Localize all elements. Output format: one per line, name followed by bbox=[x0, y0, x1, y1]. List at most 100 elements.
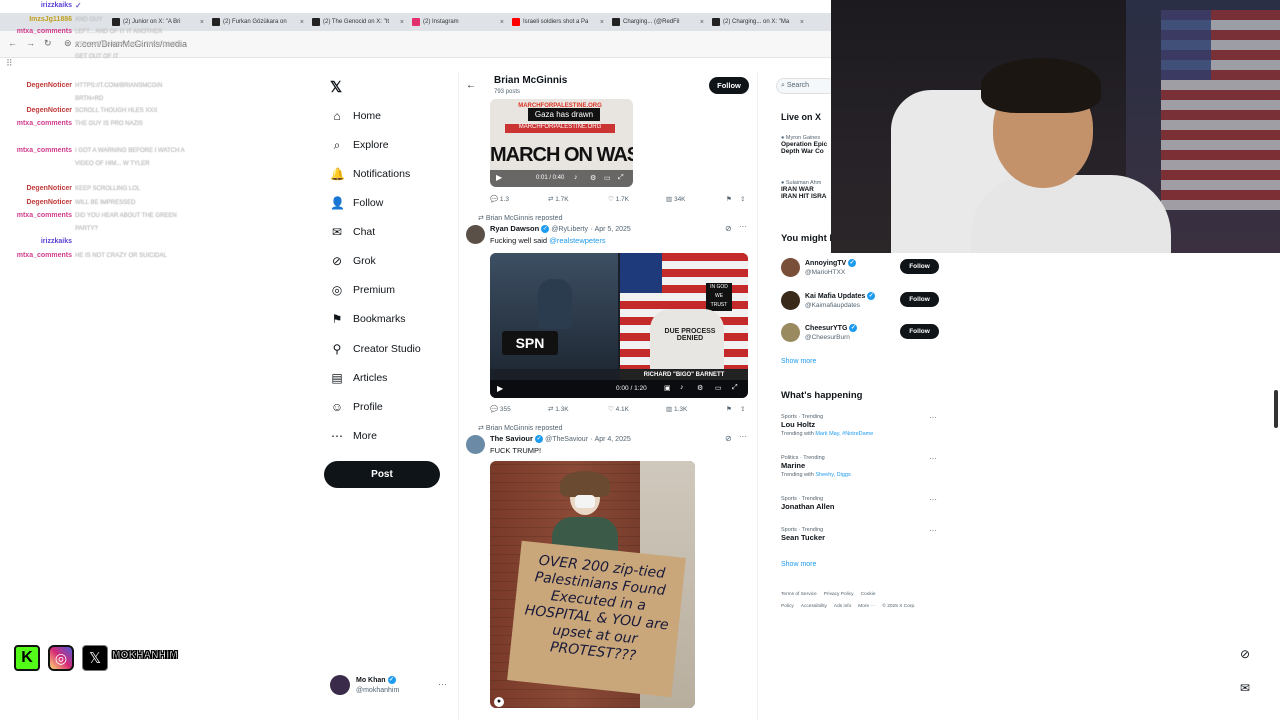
nav-item-bookmarks[interactable]: ⚑ Bookmarks bbox=[330, 309, 406, 329]
tab-close-icon[interactable]: × bbox=[500, 19, 504, 26]
trends-show-more[interactable]: Show more bbox=[781, 561, 816, 568]
tab-close-icon[interactable]: × bbox=[800, 19, 804, 26]
browser-tab[interactable]: (2) Instagram × bbox=[408, 13, 508, 31]
browser-tab[interactable]: (2) Charging... on X: "Ma × bbox=[708, 13, 808, 31]
footer-link[interactable]: Privacy Policy bbox=[824, 592, 854, 597]
repost-icon[interactable]: ⇄ 1.3K bbox=[548, 405, 569, 413]
footer-link[interactable]: More ··· bbox=[858, 604, 875, 609]
wtf-follow-button[interactable]: Follow bbox=[900, 324, 939, 339]
footer-link[interactable]: Accessibility bbox=[801, 604, 827, 609]
reply-icon[interactable]: 💬 1.3 bbox=[490, 195, 509, 203]
grok-icon[interactable]: ⊘ bbox=[725, 224, 732, 233]
back-arrow-icon[interactable]: ← bbox=[466, 80, 476, 91]
like-icon[interactable]: ♡ 4.1K bbox=[608, 405, 629, 413]
grok-float-icon[interactable]: ⊘ bbox=[1240, 647, 1250, 661]
trend-item[interactable]: Politics · Trending Marine Trending with S… bbox=[781, 455, 921, 478]
nav-item-home[interactable]: ⌂ Home bbox=[330, 106, 381, 126]
play-icon[interactable]: ▶ bbox=[497, 384, 503, 393]
wtf-name[interactable]: CheesurYTG ✓ bbox=[805, 324, 858, 332]
tweet2-avatar[interactable] bbox=[466, 225, 485, 244]
trend-links[interactable]: Mark May, #NotreDame bbox=[815, 431, 873, 437]
footer-link[interactable]: © 2025 X Corp. bbox=[882, 604, 915, 609]
tweet2-mention[interactable]: @realstewpeters bbox=[549, 236, 605, 245]
fullscreen-icon[interactable]: ⤢ bbox=[732, 384, 738, 392]
tab-close-icon[interactable]: × bbox=[700, 19, 704, 26]
trend-more-icon[interactable]: ··· bbox=[929, 495, 937, 504]
nav-item-explore[interactable]: ⌕ Explore bbox=[330, 135, 389, 155]
pip-icon[interactable]: ▭ bbox=[715, 384, 722, 392]
scrollbar[interactable] bbox=[1274, 390, 1278, 428]
tweet3-photo[interactable]: OVER 200 zip-tied Palestinians Found Exe… bbox=[490, 461, 695, 708]
share-icon[interactable]: ⇪ bbox=[740, 405, 745, 413]
browser-tab[interactable]: (2) The Genocid on X: "It × bbox=[308, 13, 408, 31]
nav-item-premium[interactable]: ◎ Premium bbox=[330, 280, 395, 300]
tab-close-icon[interactable]: × bbox=[400, 19, 404, 26]
tweet2-handle[interactable]: @RyLiberty bbox=[551, 226, 588, 233]
search-input[interactable]: ⌕ Search bbox=[776, 78, 836, 94]
tweet2-date[interactable]: Apr 5, 2025 bbox=[595, 226, 631, 233]
wtf-show-more[interactable]: Show more bbox=[781, 358, 816, 365]
messages-float-icon[interactable]: ✉ bbox=[1240, 681, 1250, 695]
avatar[interactable] bbox=[781, 258, 800, 277]
wtf-name[interactable]: Kai Mafia Updates ✓ bbox=[805, 292, 876, 300]
tweet2-more-icon[interactable]: ··· bbox=[739, 222, 747, 231]
settings-icon[interactable]: ⚙ bbox=[590, 174, 596, 182]
trend-item[interactable]: Sports · Trending Lou Holtz Trending with … bbox=[781, 414, 921, 437]
tweet3-avatar[interactable] bbox=[466, 435, 485, 454]
browser-tab[interactable]: Israeli soldiers shot a Pa × bbox=[508, 13, 608, 31]
profile-follow-button[interactable]: Follow bbox=[709, 77, 749, 94]
live-item[interactable]: ● Sulaiman Ahm IRAN WAR IRAN HIT ISRA bbox=[781, 180, 831, 200]
nav-item-profile[interactable]: ☺ Profile bbox=[330, 397, 383, 417]
tweet3-handle[interactable]: @TheSaviour bbox=[545, 436, 588, 443]
trend-item[interactable]: Sports · Trending Sean Tucker bbox=[781, 527, 921, 542]
tweet2-author[interactable]: Ryan Dawson bbox=[490, 224, 539, 233]
live-item[interactable]: ● Myron Gaines Operation Epic Depth War Co bbox=[781, 135, 831, 155]
trend-more-icon[interactable]: ··· bbox=[929, 454, 937, 463]
tab-close-icon[interactable]: × bbox=[200, 19, 204, 26]
tab-close-icon[interactable]: × bbox=[300, 19, 304, 26]
nav-item-follow[interactable]: 👤 Follow bbox=[330, 193, 383, 213]
post-button[interactable]: Post bbox=[324, 461, 440, 488]
nav-item-chat[interactable]: ✉ Chat bbox=[330, 222, 375, 242]
trend-links[interactable]: Sheehy, Diggs bbox=[815, 472, 850, 478]
footer-link[interactable]: Ads info bbox=[834, 604, 851, 609]
avatar[interactable] bbox=[781, 291, 800, 310]
nav-item-articles[interactable]: ▤ Articles bbox=[330, 368, 387, 388]
bookmark-icon[interactable]: ⚑ bbox=[726, 405, 732, 413]
footer-link[interactable]: Terms of Service bbox=[781, 592, 817, 597]
wtf-follow-button[interactable]: Follow bbox=[900, 292, 939, 307]
volume-icon[interactable]: ♪ bbox=[574, 174, 578, 181]
like-icon[interactable]: ♡ 1.7K bbox=[608, 195, 629, 203]
tweet3-more-icon[interactable]: ··· bbox=[739, 432, 747, 441]
account-switcher[interactable]: Mo Khan ✓ @mokhanhim ··· bbox=[330, 675, 450, 699]
tab-close-icon[interactable]: × bbox=[600, 19, 604, 26]
tweet2-video[interactable]: SPN IN GOD WE TRUST DUE PROCESS DENIED R… bbox=[490, 253, 748, 398]
nav-item-creator-studio[interactable]: ⚲ Creator Studio bbox=[330, 339, 421, 359]
views-icon[interactable]: ▥ 1.3K bbox=[666, 405, 687, 413]
tweet3-author[interactable]: The Saviour bbox=[490, 434, 533, 443]
wtf-name[interactable]: AnnoyingTV ✓ bbox=[805, 259, 857, 267]
wtf-follow-button[interactable]: Follow bbox=[900, 259, 939, 274]
trend-item[interactable]: Sports · Trending Jonathan Allen bbox=[781, 496, 921, 511]
volume-icon[interactable]: ♪ bbox=[680, 384, 684, 391]
trend-more-icon[interactable]: ··· bbox=[929, 526, 937, 535]
tweet1-video[interactable]: MARCHFORPALESTINE.ORG Gaza has drawn MAR… bbox=[490, 99, 633, 187]
grok-icon[interactable]: ⊘ bbox=[725, 434, 732, 443]
share-icon[interactable]: ⇪ bbox=[740, 195, 745, 203]
nav-item-notifications[interactable]: 🔔 Notifications bbox=[330, 164, 410, 184]
avatar[interactable] bbox=[781, 323, 800, 342]
browser-tab[interactable]: Charging... (@RedFil × bbox=[608, 13, 708, 31]
bookmark-icon[interactable]: ⚑ bbox=[726, 195, 732, 203]
nav-item-more[interactable]: ⋯ More bbox=[330, 426, 377, 446]
tweet3-date[interactable]: Apr 4, 2025 bbox=[595, 436, 631, 443]
account-more-icon[interactable]: ··· bbox=[438, 679, 447, 689]
settings-icon[interactable]: ⚙ bbox=[697, 384, 703, 392]
play-icon[interactable]: ▶ bbox=[496, 173, 502, 182]
views-icon[interactable]: ▥ 34K bbox=[666, 195, 686, 203]
trend-more-icon[interactable]: ··· bbox=[929, 413, 937, 422]
browser-tab[interactable]: (2) Furkan Gözükara on × bbox=[208, 13, 308, 31]
x-home-logo-icon[interactable]: 𝕏 bbox=[330, 78, 342, 96]
pip-icon[interactable]: ▭ bbox=[604, 174, 611, 182]
fullscreen-icon[interactable]: ⤢ bbox=[618, 174, 624, 182]
nav-item-grok[interactable]: ⊘ Grok bbox=[330, 251, 376, 271]
